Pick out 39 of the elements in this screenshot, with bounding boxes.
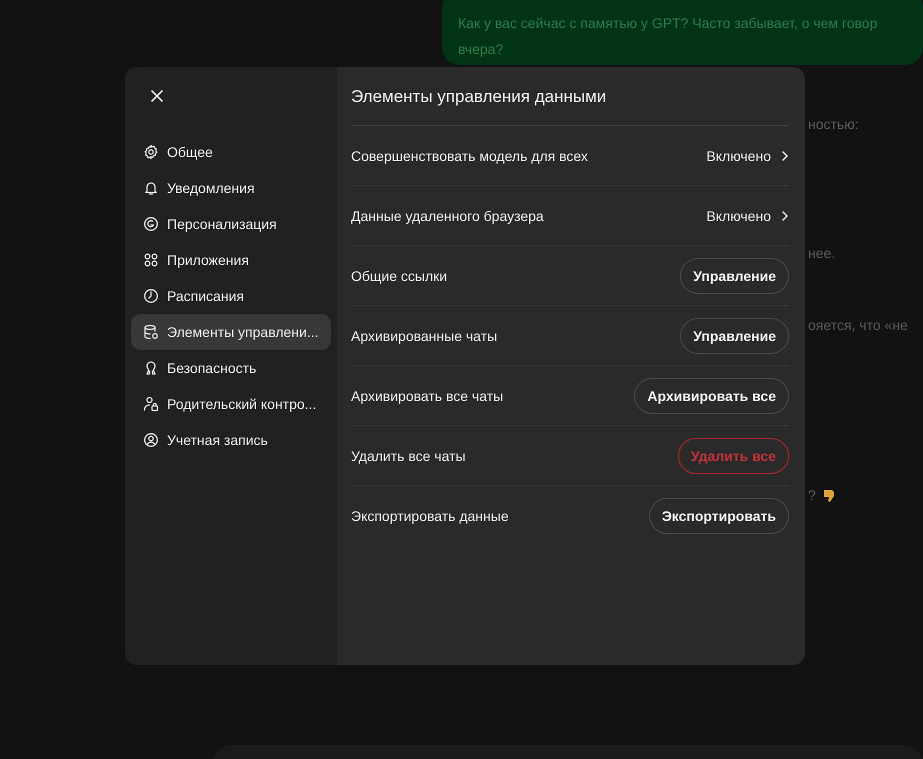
message-text: ностью: <box>808 115 859 134</box>
sidebar-item[interactable]: Расписания <box>131 278 331 314</box>
close-icon <box>150 89 164 103</box>
action-button[interactable]: Управление <box>680 258 789 294</box>
message-text: Как у вас сейчас с памятью у GPT? Часто забывает, о чем говор вчера? <box>458 14 878 59</box>
setting-label: Экспортировать данные <box>351 508 509 524</box>
swirl-circle-icon <box>143 216 159 232</box>
setting-label: Удалить все чаты <box>351 448 466 464</box>
setting-label: Общие ссылки <box>351 268 448 284</box>
chevron-right-icon <box>781 210 789 222</box>
database-gear-icon <box>143 324 159 340</box>
clock-icon <box>143 288 159 304</box>
chevron-right-icon <box>781 150 789 162</box>
message-text: ояется, что «не <box>808 316 908 335</box>
setting-value-link[interactable]: Включено <box>706 148 789 164</box>
bell-icon <box>143 180 159 196</box>
setting-label: Архивированные чаты <box>351 328 498 344</box>
user-circle-icon <box>143 432 159 448</box>
person-lock-icon <box>143 396 159 412</box>
action-button[interactable]: Архивировать все <box>634 378 789 414</box>
dialog-title: Элементы управления данными <box>351 85 789 126</box>
sidebar-item[interactable]: Элементы управлени... <box>131 314 331 350</box>
gear-icon <box>143 144 159 160</box>
action-button[interactable]: Управление <box>680 318 789 354</box>
setting-value-link[interactable]: Включено <box>706 208 789 224</box>
sidebar-item[interactable]: Приложения <box>131 242 331 278</box>
sidebar-item[interactable]: Учетная запись <box>131 422 331 458</box>
sidebar-item[interactable]: Уведомления <box>131 170 331 206</box>
action-button[interactable]: Экспортировать <box>648 498 789 534</box>
setting-label: Архивировать все чаты <box>351 388 504 404</box>
sidebar-item[interactable]: Безопасность <box>131 350 331 386</box>
message-text: нее. <box>808 244 836 263</box>
sidebar-item[interactable]: Родительский контро... <box>131 386 331 422</box>
setting-label: Данные удаленного браузера <box>351 208 544 224</box>
setting-label: Совершенствовать модель для всех <box>351 148 588 164</box>
four-circles-icon <box>143 252 159 268</box>
sidebar-item[interactable]: Общее <box>131 134 331 170</box>
message-text: ? <box>808 486 816 505</box>
sidebar-item[interactable]: Персонализация <box>131 206 331 242</box>
